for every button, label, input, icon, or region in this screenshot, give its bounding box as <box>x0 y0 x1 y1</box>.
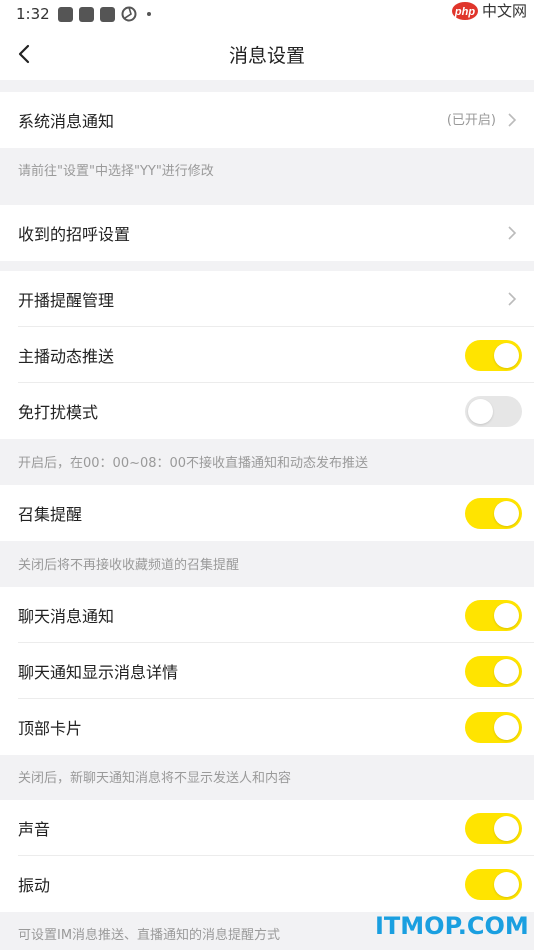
toggle-knob <box>494 343 519 368</box>
chevron-right-icon <box>508 113 517 127</box>
system-notify-row[interactable]: 系统消息通知 (已开启) <box>0 92 534 148</box>
chat-detail-row: 聊天通知显示消息详情 <box>0 643 534 699</box>
vibrate-label: 振动 <box>18 876 51 895</box>
greeting-settings-row[interactable]: 收到的招呼设置 <box>0 205 534 261</box>
chat-notify-row: 聊天消息通知 <box>0 587 534 643</box>
anchor-push-toggle[interactable] <box>465 340 522 371</box>
header: 消息设置 <box>0 28 534 80</box>
dnd-mode-toggle[interactable] <box>465 396 522 427</box>
greeting-settings-label: 收到的招呼设置 <box>18 225 131 244</box>
system-notify-status: (已开启) <box>446 113 496 128</box>
system-notify-label: 系统消息通知 <box>18 112 115 131</box>
live-remind-label: 开播提醒管理 <box>18 291 115 310</box>
toggle-knob <box>494 872 519 897</box>
chevron-right-icon <box>508 292 517 306</box>
toggle-knob <box>468 399 493 424</box>
chat-detail-label: 聊天通知显示消息详情 <box>18 663 179 682</box>
vibrate-toggle[interactable] <box>465 869 522 900</box>
toggle-knob <box>494 659 519 684</box>
svg-text:php: php <box>454 6 475 18</box>
svg-text:中文网: 中文网 <box>482 2 527 20</box>
page-title: 消息设置 <box>228 45 305 67</box>
anchor-push-label: 主播动态推送 <box>18 347 115 366</box>
chat-detail-toggle[interactable] <box>465 656 522 687</box>
chat-notify-label: 聊天消息通知 <box>18 607 115 626</box>
dnd-mode-row: 免打扰模式 <box>0 383 534 439</box>
gather-remind-row: 召集提醒 <box>0 485 534 541</box>
anchor-push-row: 主播动态推送 <box>0 327 534 383</box>
gather-remind-label: 召集提醒 <box>18 505 83 524</box>
status-bar: 1:32 php 中文网 <box>0 0 534 28</box>
sound-label: 声音 <box>18 820 51 839</box>
top-card-label: 顶部卡片 <box>18 719 83 738</box>
live-remind-row[interactable]: 开播提醒管理 <box>0 271 534 327</box>
status-time: 1:32 <box>16 5 50 23</box>
dnd-mode-label: 免打扰模式 <box>18 403 99 422</box>
vibrate-row: 振动 <box>0 856 534 912</box>
toggle-knob <box>494 816 519 841</box>
chat-notify-toggle[interactable] <box>465 600 522 631</box>
toggle-knob <box>494 501 519 526</box>
chevron-right-icon <box>508 226 517 240</box>
notification-icon <box>79 6 94 22</box>
gather-remind-toggle[interactable] <box>465 498 522 529</box>
aperture-icon <box>121 6 137 22</box>
watermark-text: ITMOP.COM <box>375 912 529 940</box>
watermark-logo: php 中文网 <box>452 0 534 24</box>
top-card-toggle[interactable] <box>465 712 522 743</box>
gather-note: 关闭后将不再接收收藏频道的召集提醒 <box>18 558 240 573</box>
dnd-note: 开启后，在00：00~08：00不接收直播通知和动态发布推送 <box>18 456 369 471</box>
sound-toggle[interactable] <box>465 813 522 844</box>
system-note: 请前往"设置"中选择"YY"进行修改 <box>18 164 214 179</box>
toggle-knob <box>494 715 519 740</box>
notification-icon <box>58 6 73 22</box>
more-dot-icon <box>147 12 151 16</box>
sound-row: 声音 <box>0 800 534 856</box>
toggle-knob <box>494 603 519 628</box>
top-card-note: 关闭后，新聊天通知消息将不显示发送人和内容 <box>18 771 292 786</box>
top-card-row: 顶部卡片 <box>0 699 534 755</box>
sound-note: 可设置IM消息推送、直播通知的消息提醒方式 <box>18 928 281 943</box>
status-icons <box>58 6 151 22</box>
notification-icon <box>100 6 115 22</box>
